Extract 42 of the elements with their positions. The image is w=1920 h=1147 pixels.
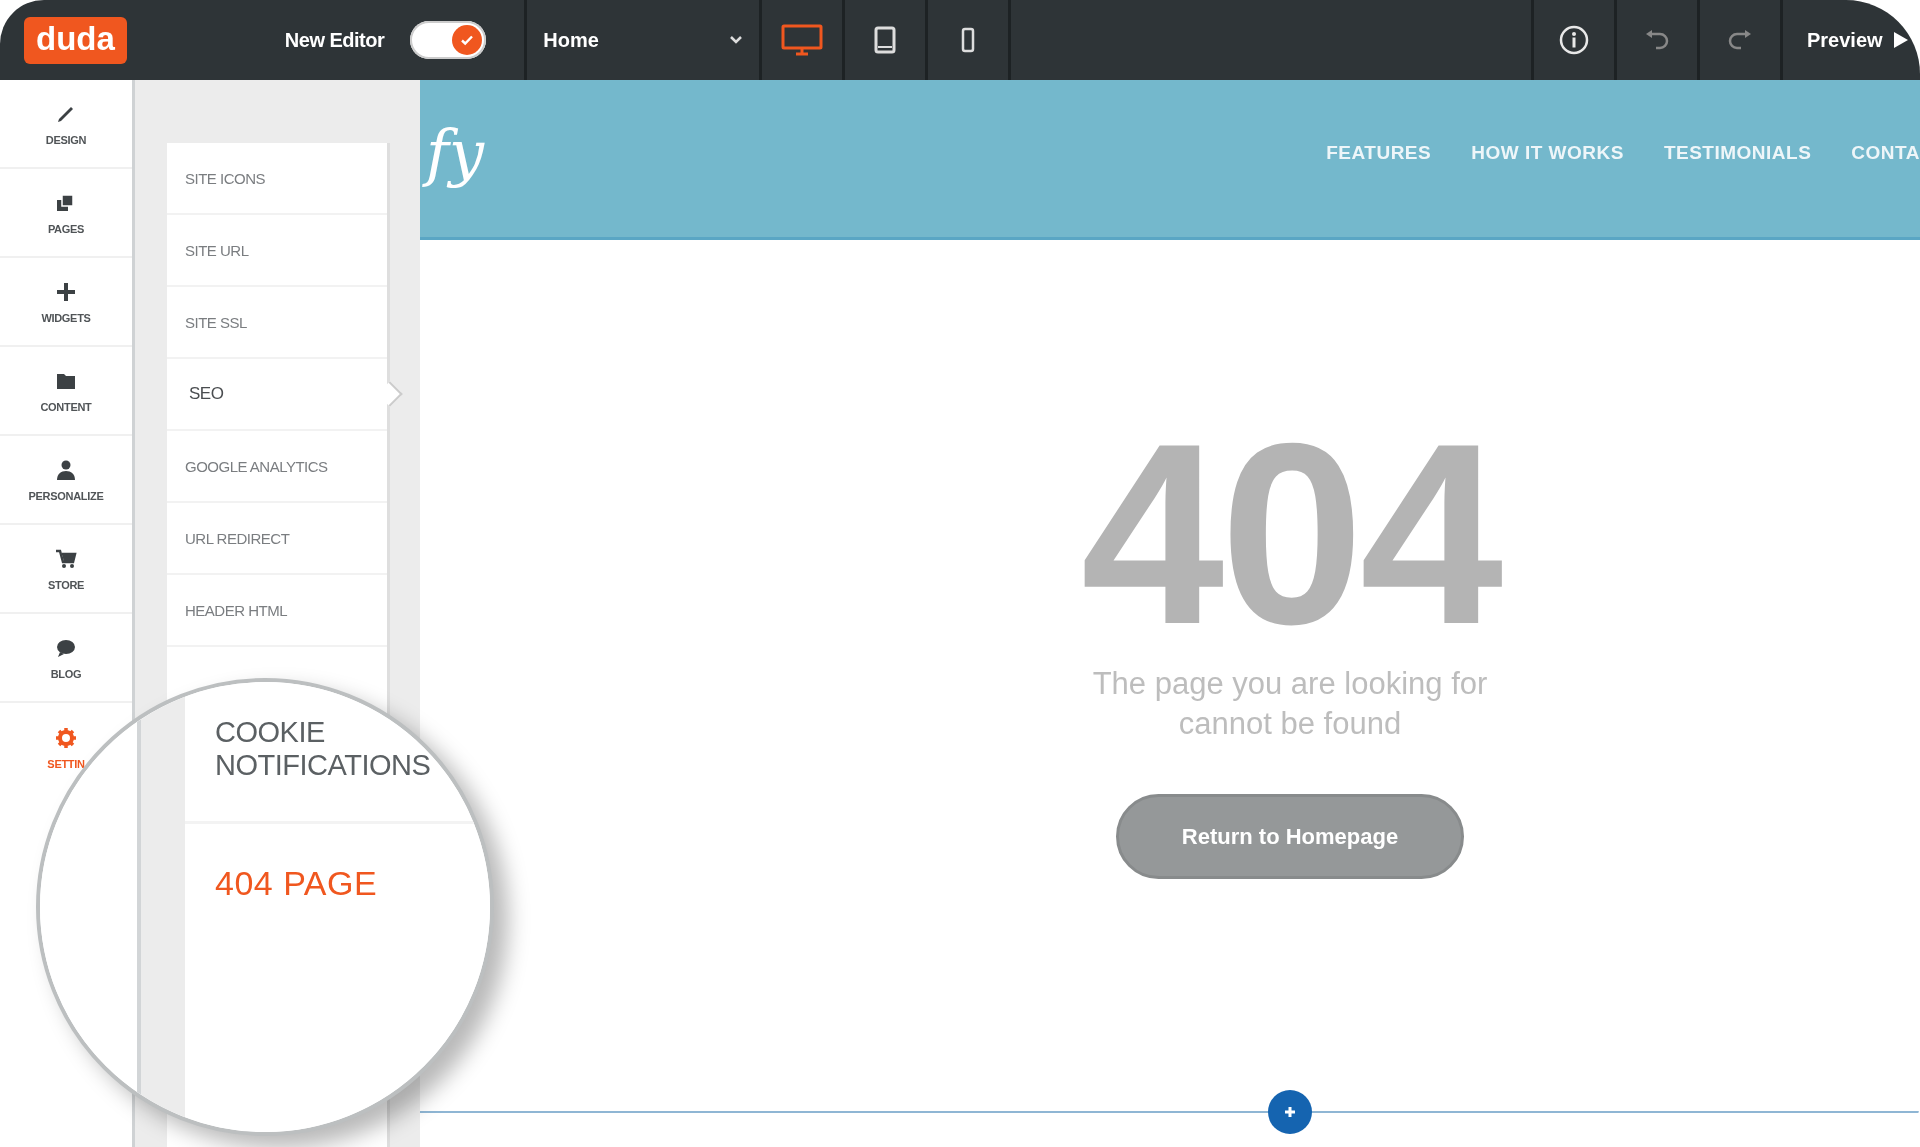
sidebar-item-label: PERSONALIZE bbox=[28, 489, 104, 502]
sidebar-item-label: CONTENT bbox=[40, 400, 92, 413]
sidebar-item[interactable]: BLOG bbox=[0, 614, 132, 703]
settings-menu-item[interactable]: COOKIE NOTIFICATIONS bbox=[185, 682, 475, 824]
settings-icon bbox=[54, 725, 78, 750]
sidebar-item-label: WIDGETS bbox=[41, 311, 91, 324]
tablet-icon bbox=[874, 26, 897, 54]
sidebar-item[interactable]: SETTIN bbox=[0, 703, 132, 792]
sidebar-item[interactable]: PAGES bbox=[0, 169, 132, 258]
settings-menu-item[interactable]: SITE URL bbox=[167, 215, 387, 287]
chevron-down-icon bbox=[729, 35, 744, 45]
settings-menu-item[interactable]: HEADER HTML bbox=[167, 575, 387, 647]
phone-icon bbox=[961, 27, 976, 53]
return-home-button[interactable]: Return to Homepage bbox=[1116, 794, 1464, 879]
error-message: The page you are looking for cannot be found bbox=[1091, 665, 1489, 743]
toggle-switch[interactable] bbox=[410, 21, 487, 59]
sidebar-item-label: DESIGN bbox=[45, 133, 87, 146]
sidebar-item[interactable]: WIDGETS bbox=[0, 258, 132, 347]
sidebar-item-label: PAGES bbox=[47, 222, 85, 235]
sidebar-item[interactable]: PERSONALIZE bbox=[0, 436, 132, 525]
error-code: 404 bbox=[1080, 404, 1500, 664]
toggle-label: New Editor bbox=[284, 28, 385, 52]
sidebar-item[interactable]: STORE bbox=[0, 525, 132, 614]
settings-menu-item[interactable]: GOOGLE ANALYTICS bbox=[167, 431, 387, 503]
logo[interactable]: duda bbox=[24, 16, 127, 64]
settings-menu-item[interactable]: URL REDIRECT bbox=[167, 503, 387, 575]
sidebar-item[interactable]: DESIGN bbox=[0, 80, 132, 169]
plus-icon bbox=[1282, 1104, 1298, 1120]
sidebar-item-label: SETTIN bbox=[47, 757, 85, 770]
add-section-button[interactable] bbox=[1268, 1090, 1312, 1134]
settings-menu-item[interactable]: SITE ICONS bbox=[167, 143, 387, 215]
sidebar-item-label: STORE bbox=[47, 578, 85, 591]
info-icon bbox=[1558, 24, 1590, 56]
settings-menu-item[interactable]: 404 PAGE bbox=[185, 824, 490, 984]
sidebar-item[interactable]: CONTENT bbox=[0, 347, 132, 436]
site-logo[interactable]: fy bbox=[420, 102, 500, 203]
sidebar-item-label: BLOG bbox=[50, 667, 82, 680]
settings-menu-item[interactable]: SITE SSL bbox=[167, 287, 387, 359]
play-icon bbox=[1892, 31, 1909, 49]
monitor-icon bbox=[781, 24, 824, 56]
page-name: Home bbox=[543, 28, 599, 52]
preview-label: Preview bbox=[1807, 28, 1883, 52]
